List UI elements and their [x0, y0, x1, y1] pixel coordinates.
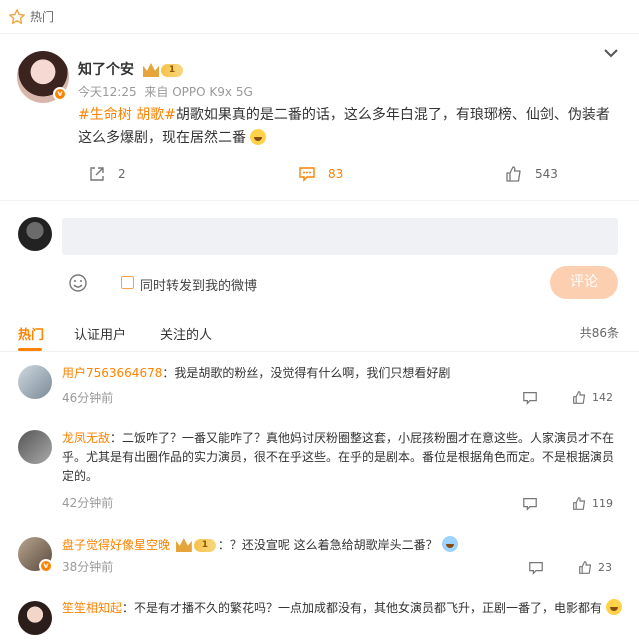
comment-like-button[interactable]: 119 [572, 496, 613, 511]
commenter-name[interactable]: 笙笙相知起 [62, 601, 122, 615]
like-count: 543 [535, 167, 558, 181]
comment-text: ：不是有才播不久的繁花吗？一点加成都没有，其他女演员都飞升，正剧一番了，电影都有 [122, 601, 603, 615]
comment-tabs: 热门 认证用户 关注的人 共86条 [0, 312, 639, 352]
commenter-avatar[interactable] [18, 601, 52, 635]
repost-button[interactable]: 2 [88, 164, 126, 184]
thumbs-up-icon [506, 166, 521, 182]
verified-badge: v [39, 559, 53, 573]
comment-like-count: 23 [598, 561, 612, 574]
commenter-name[interactable]: 盘子觉得好像星空晚 [62, 538, 170, 552]
repost-icon [90, 167, 104, 181]
comment-time: 46分钟前 [62, 391, 114, 405]
star-icon [9, 9, 25, 24]
laugh-emoji-icon [250, 129, 267, 145]
active-tab-indicator [18, 348, 42, 351]
emoji-icon [441, 536, 458, 552]
comment-icon [299, 167, 315, 182]
comment-time: 38分钟前 [62, 560, 114, 574]
reply-icon[interactable] [528, 560, 544, 576]
comment-input[interactable] [62, 218, 618, 255]
divider [0, 200, 639, 201]
post-source: 来自 OPPO K9x 5G [144, 85, 253, 99]
comment-button[interactable]: 83 [298, 164, 343, 184]
hot-header: 热门 [0, 0, 639, 34]
comment-time: 42分钟前 [62, 496, 114, 510]
comment-like-button[interactable]: 23 [578, 560, 612, 575]
thumbs-up-icon [579, 561, 592, 574]
crown-icon [175, 538, 192, 552]
comment-body: 龙凤无敌：二饭咋了？一番又能咋了？真他妈讨厌粉圈整这套，小屁孩粉圈才在意这些。人… [62, 429, 622, 486]
my-avatar [18, 217, 52, 251]
comment-count: 83 [328, 167, 344, 181]
commenter-avatar[interactable] [18, 430, 52, 464]
comment-like-button[interactable]: 142 [572, 390, 613, 405]
comment-total: 共86条 [579, 326, 619, 340]
comment-body: 笙笙相知起：不是有才播不久的繁花吗？一点加成都没有，其他女演员都飞升，正剧一番了… [62, 599, 622, 618]
comment-like-count: 119 [592, 497, 613, 510]
post-username[interactable]: 知了个安 [78, 59, 134, 79]
tab-hot[interactable]: 热门 [18, 324, 44, 343]
submit-comment-button[interactable]: 评论 [550, 266, 618, 299]
reply-icon[interactable] [522, 390, 538, 406]
commenter-name[interactable]: 用户7563664678 [62, 366, 162, 380]
repost-count: 2 [118, 167, 126, 181]
tab-verified-users[interactable]: 认证用户 [74, 324, 126, 343]
like-button[interactable]: 543 [505, 164, 558, 184]
comment-text: ：二饭咋了？一番又能咋了？真他妈讨厌粉圈整这套，小屁孩粉圈才在意这些。人家演员才… [62, 431, 615, 483]
sync-repost-label[interactable]: 同时转发到我的微博 [140, 275, 257, 294]
sync-repost-checkbox[interactable] [121, 276, 134, 289]
topic-tag[interactable]: 胡歌# [136, 107, 176, 123]
reply-icon[interactable] [522, 496, 538, 512]
level-badge: 1 [143, 62, 183, 78]
chevron-down-icon[interactable] [602, 46, 620, 60]
crown-icon [143, 63, 159, 77]
laugh-emoji-icon [605, 599, 622, 615]
topic-tag[interactable]: #生命树 [78, 107, 132, 123]
thumbs-up-icon [573, 391, 586, 404]
level-number: 1 [193, 538, 216, 552]
post-time: 今天12:25 [78, 85, 137, 99]
level-badge: 1 [175, 537, 216, 553]
emoji-icon[interactable] [68, 273, 88, 293]
comment-text: ：我是胡歌的粉丝，没觉得有什么啊，我们只想看好剧 [162, 366, 451, 380]
comment-like-count: 142 [592, 391, 613, 404]
comment-text: ：？还没宣呢 这么着急给胡歌岸头二番？ [217, 538, 438, 552]
comment-body: 用户7563664678：我是胡歌的粉丝，没觉得有什么啊，我们只想看好剧 [62, 364, 622, 383]
comment-body: 盘子觉得好像星空晚 1 ：？还没宣呢 这么着急给胡歌岸头二番？ [62, 536, 622, 555]
post-content: #生命树 胡歌#胡歌如果真的是二番的话，这么多年白混了，有琅琊榜、仙剑、伪装者这… [78, 104, 623, 150]
level-number: 1 [161, 63, 183, 77]
post-meta: 今天12:25 来自 OPPO K9x 5G [78, 83, 253, 100]
username-text[interactable]: 知了个安 [78, 62, 134, 78]
section-label: 热门 [30, 10, 55, 24]
tab-following[interactable]: 关注的人 [160, 324, 212, 343]
thumbs-up-icon [573, 497, 586, 510]
verified-badge: v [53, 87, 67, 101]
commenter-avatar[interactable] [18, 365, 52, 399]
commenter-name[interactable]: 龙凤无敌 [62, 431, 110, 445]
